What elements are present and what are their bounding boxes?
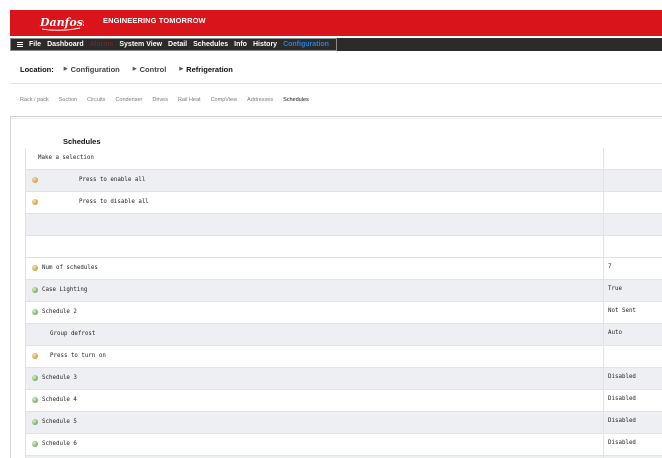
row-label: Press to enable all — [79, 177, 146, 183]
nav-file[interactable]: File — [29, 41, 41, 48]
table-row[interactable]: Press to turn on — [25, 346, 662, 368]
row-label: Schedule 5 — [42, 419, 77, 425]
location-breadcrumb: Location: ▶ Configuration ▶ Control ▶ Refri… — [20, 64, 246, 74]
divider — [10, 116, 662, 117]
sub-tab-bar: Rack / pack Suction Circuits Condenser Drive… — [20, 97, 319, 105]
table-row[interactable]: Press to enable all — [25, 170, 662, 192]
divider — [10, 83, 662, 84]
column-divider — [603, 412, 604, 433]
status-dot-icon — [32, 375, 38, 381]
header-bar: Danfoss ENGINEERING TOMORROW — [10, 10, 662, 36]
tab-compview[interactable]: CompView — [211, 97, 238, 105]
row-label: Make a selection — [38, 155, 94, 161]
action-dot-icon[interactable] — [32, 265, 38, 271]
tab-schedules[interactable]: Schedules — [283, 97, 309, 105]
row-label: Schedule 4 — [42, 397, 77, 403]
nav-info[interactable]: Info — [234, 41, 247, 48]
column-divider — [603, 236, 604, 257]
crumb-refrigeration[interactable]: ▶ Refrigeration — [179, 65, 233, 74]
table-row: Group defrost Auto — [25, 324, 662, 346]
nav-schedules[interactable]: Schedules — [193, 41, 228, 48]
danfoss-logo: Danfoss — [39, 16, 84, 31]
content-border — [10, 117, 11, 458]
action-dot-icon[interactable] — [32, 353, 38, 359]
table-row[interactable]: Press to disable all — [25, 192, 662, 214]
table-row: Schedule 2 Not Sent — [25, 302, 662, 324]
row-label: Num of schedules — [42, 265, 98, 271]
row-value: 7 — [608, 264, 612, 270]
svg-text:Danfoss: Danfoss — [39, 16, 84, 29]
row-label: Schedule 3 — [42, 375, 77, 381]
tab-condenser[interactable]: Condenser — [115, 97, 142, 105]
row-value: Disabled — [608, 374, 636, 380]
triangle-right-icon: ▶ — [132, 66, 137, 72]
row-value: Auto — [608, 330, 622, 336]
tab-rack-pack[interactable]: Rack / pack — [20, 97, 49, 105]
nav-system-view[interactable]: System View — [119, 41, 162, 48]
crumb-control[interactable]: ▶ Control — [133, 65, 167, 74]
nav-configuration[interactable]: Configuration — [283, 41, 329, 48]
triangle-right-icon: ▶ — [63, 66, 68, 72]
nav-history[interactable]: History — [253, 41, 277, 48]
column-divider — [603, 324, 604, 345]
status-dot-icon — [32, 287, 38, 293]
status-dot-icon — [32, 309, 38, 315]
row-label: Press to turn on — [50, 353, 106, 359]
column-divider — [603, 148, 604, 169]
tagline: ENGINEERING TOMORROW — [103, 16, 206, 25]
column-divider — [603, 170, 604, 191]
row-value: Disabled — [608, 396, 636, 402]
table-row: Schedule 4 Disabled — [25, 390, 662, 412]
row-value: True — [608, 286, 622, 292]
column-divider — [603, 390, 604, 411]
divider — [10, 118, 662, 119]
status-dot-icon — [32, 441, 38, 447]
column-divider — [603, 302, 604, 323]
row-label: Case Lighting — [42, 287, 88, 293]
column-divider — [603, 192, 604, 213]
row-value: Disabled — [608, 418, 636, 424]
table-row — [25, 214, 662, 236]
status-dot-icon — [32, 419, 38, 425]
section-title: Schedules — [63, 137, 101, 146]
schedules-table: Make a selection Press to enable all Press… — [25, 148, 662, 458]
column-divider — [603, 214, 604, 235]
table-row: Schedule 3 Disabled — [25, 368, 662, 390]
row-label: Schedule 2 — [42, 309, 77, 315]
column-divider — [603, 280, 604, 301]
nav-dashboard[interactable]: Dashboard — [47, 41, 84, 48]
tab-suction[interactable]: Suction — [59, 97, 77, 105]
table-row: Schedule 6 Disabled — [25, 434, 662, 456]
tab-circuits[interactable]: Circuits — [87, 97, 105, 105]
tab-drives[interactable]: Drives — [152, 97, 168, 105]
tab-rail-heat[interactable]: Rail Heat — [178, 97, 201, 105]
location-label: Location: — [20, 64, 54, 74]
table-row: Make a selection — [25, 148, 662, 170]
status-dot-icon — [32, 397, 38, 403]
row-value: Not Sent — [608, 308, 636, 314]
row-label: Schedule 6 — [42, 441, 77, 447]
action-dot-icon[interactable] — [32, 199, 38, 205]
row-value: Disabled — [608, 440, 636, 446]
column-divider — [603, 346, 604, 367]
nav-detail[interactable]: Detail — [168, 41, 187, 48]
table-row: Schedule 5 Disabled — [25, 412, 662, 434]
table-row — [25, 236, 662, 258]
column-divider — [603, 368, 604, 389]
crumb-configuration[interactable]: ▶ Configuration — [64, 65, 120, 74]
triangle-right-icon: ▶ — [179, 66, 184, 72]
table-row[interactable]: Num of schedules 7 — [25, 258, 662, 280]
main-nav: File Dashboard Alarms System View Detail Sche… — [10, 38, 662, 51]
nav-alarms[interactable]: Alarms — [90, 41, 114, 48]
hamburger-menu-icon[interactable] — [14, 39, 25, 50]
column-divider — [603, 434, 604, 455]
row-label: Group defrost — [50, 331, 96, 337]
table-row: Case Lighting True — [25, 280, 662, 302]
action-dot-icon[interactable] — [32, 177, 38, 183]
row-label: Press to disable all — [79, 199, 149, 205]
tab-addresses[interactable]: Addresses — [247, 97, 273, 105]
column-divider — [603, 258, 604, 279]
